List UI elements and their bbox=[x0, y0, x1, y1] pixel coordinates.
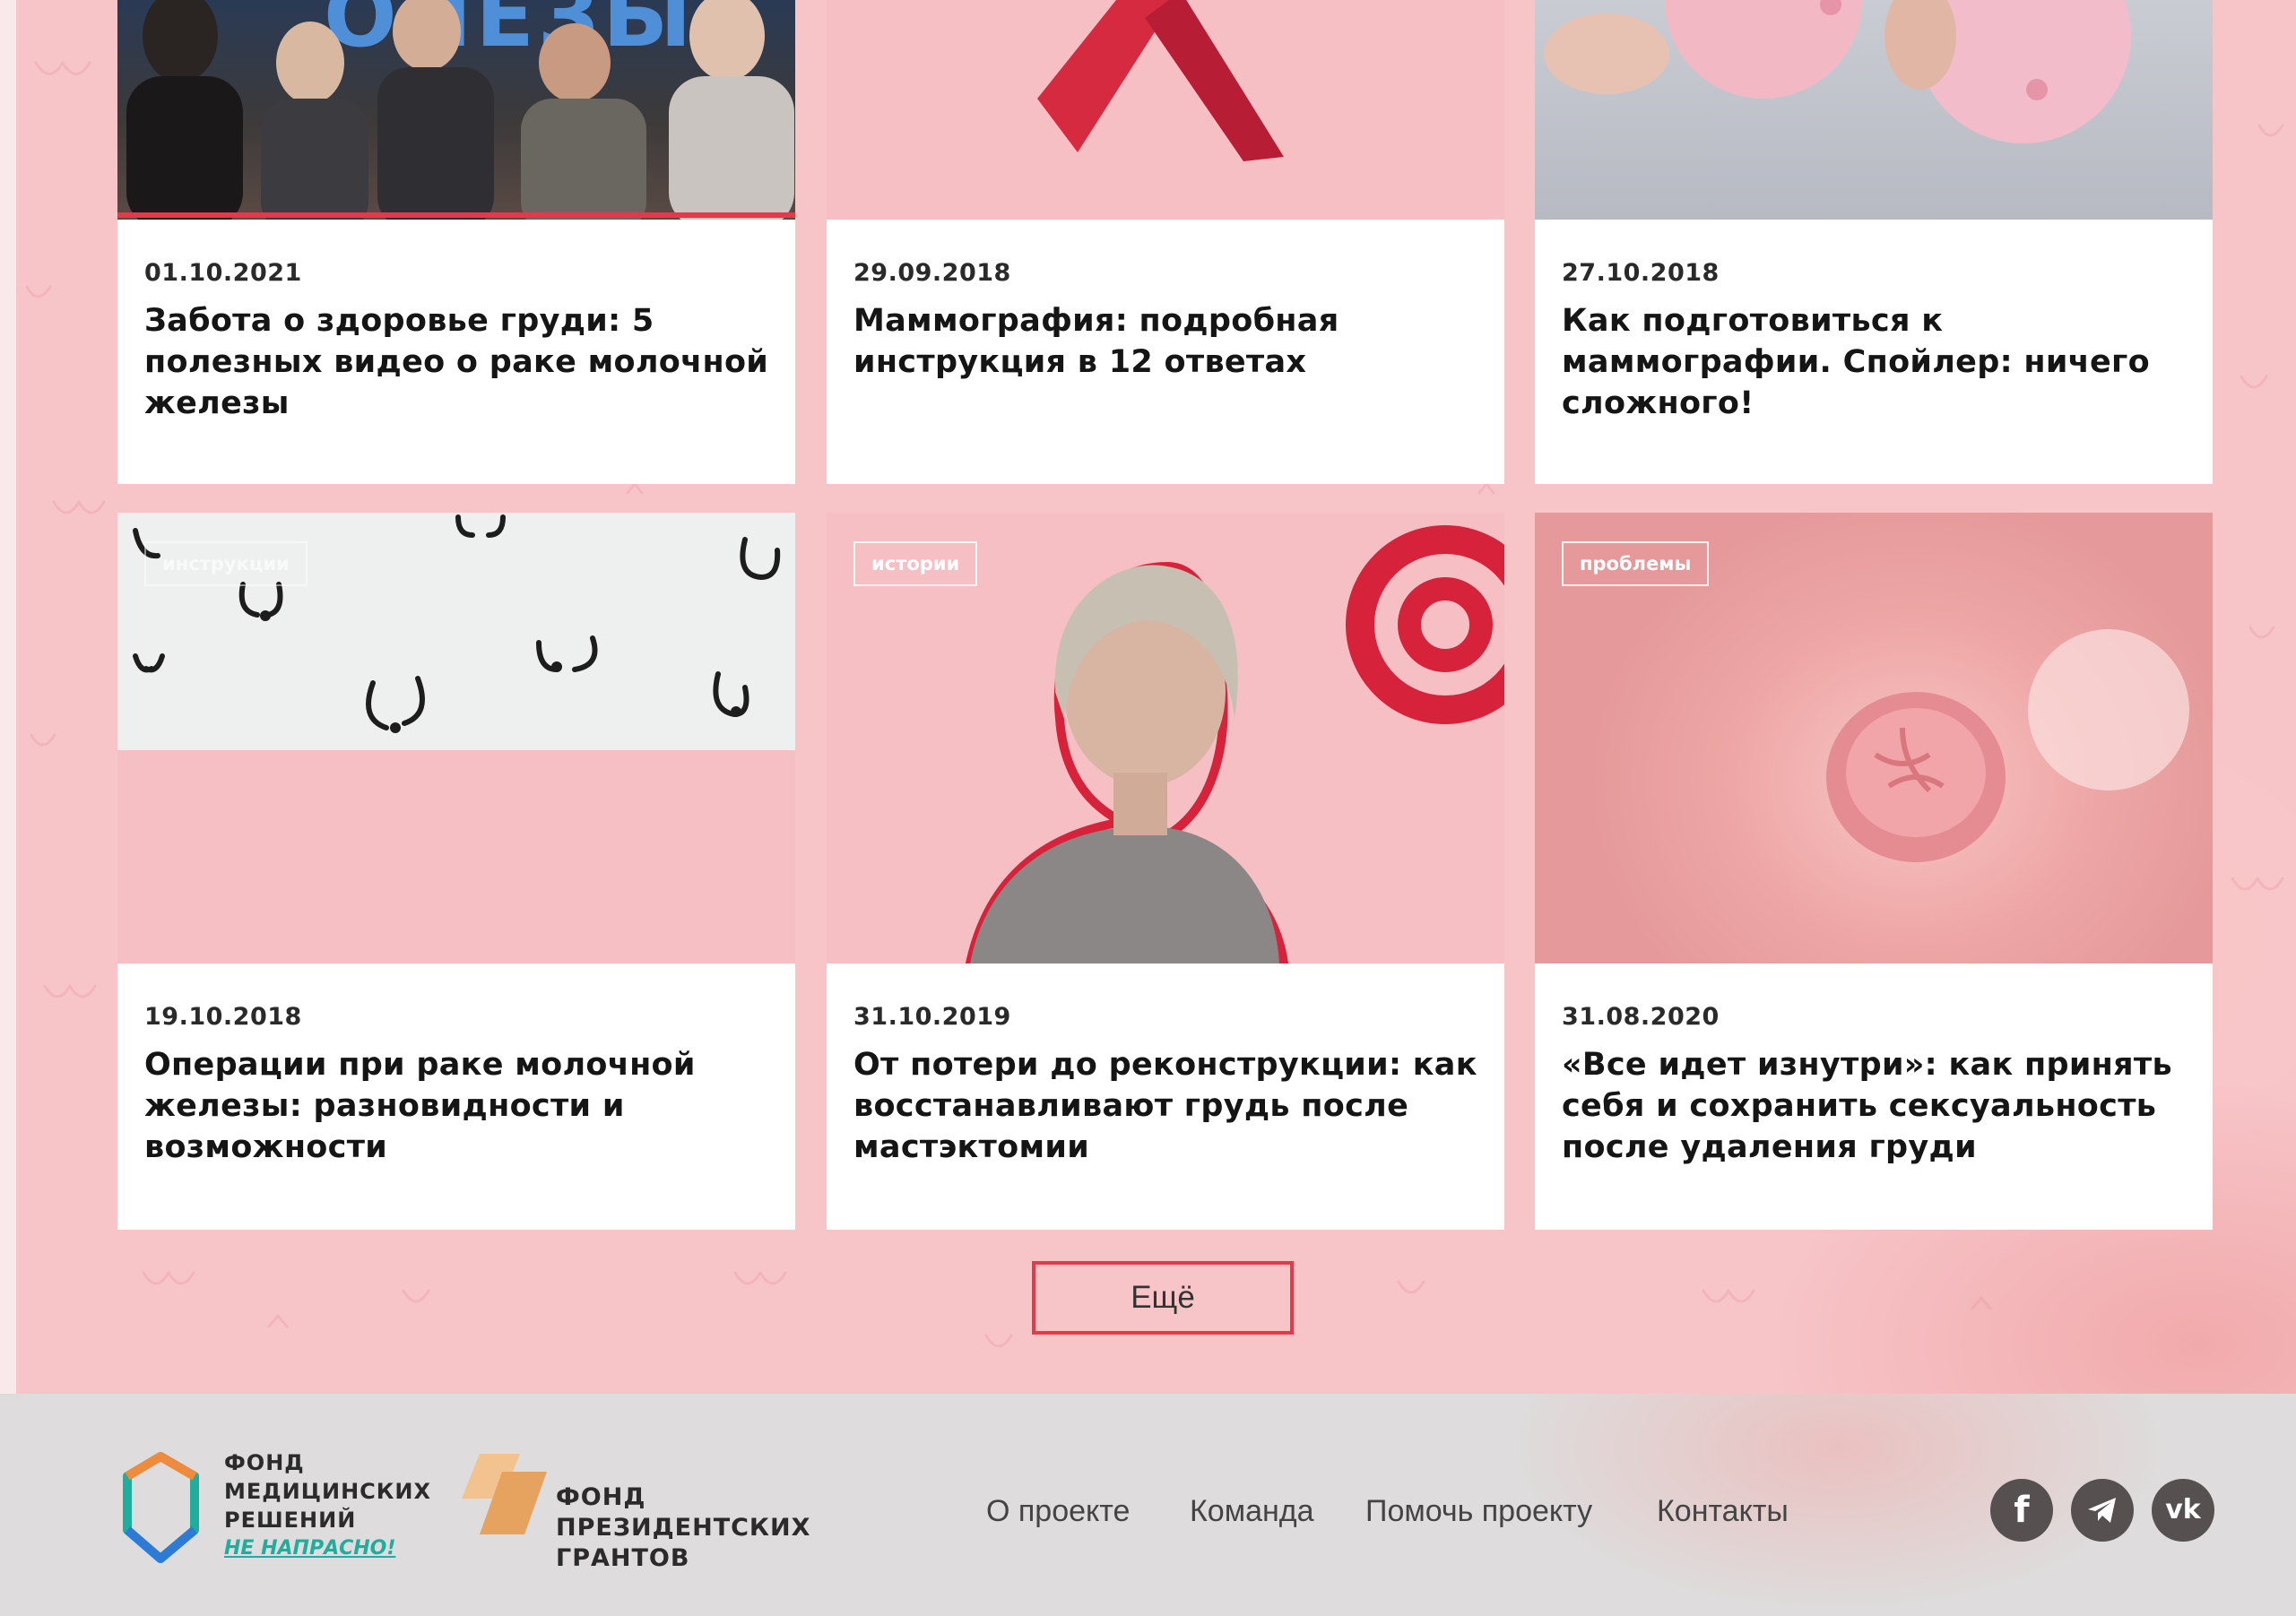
category-tag[interactable]: истории bbox=[853, 541, 978, 586]
article-image[interactable] bbox=[1535, 0, 2213, 220]
article-title[interactable]: Забота о здоровье груди: 5 полезных виде… bbox=[144, 300, 770, 424]
article-image[interactable]: проблемы bbox=[1535, 513, 2213, 964]
article-date: 19.10.2018 bbox=[144, 1003, 302, 1031]
logo1-tagline: НЕ НАПРАСНО! bbox=[224, 1537, 396, 1560]
telegram-icon[interactable] bbox=[2071, 1479, 2134, 1542]
telegram-glyph bbox=[2088, 1498, 2116, 1523]
grants-logo-icon bbox=[462, 1454, 547, 1534]
facebook-glyph: f bbox=[2014, 1490, 2030, 1531]
article-date: 01.10.2021 bbox=[144, 259, 302, 287]
article-title[interactable]: Операции при раке молочной железы: разно… bbox=[144, 1044, 770, 1168]
category-tag[interactable]: инструкции bbox=[144, 541, 308, 586]
logo1-line3: РЕШЕНИЙ bbox=[224, 1508, 357, 1533]
people-photo bbox=[117, 0, 795, 220]
footer: ФОНД МЕДИЦИНСКИХ РЕШЕНИЙ НЕ НАПРАСНО! ФО… bbox=[0, 1394, 2296, 1616]
footer-nav-contacts[interactable]: Контакты bbox=[1657, 1494, 1789, 1529]
logo2-line3: ГРАНТОВ bbox=[556, 1544, 690, 1572]
article-date: 31.10.2019 bbox=[853, 1003, 1011, 1031]
article-card-body: 29.09.2018 Маммография: подробная инстру… bbox=[827, 220, 1504, 484]
balloons-photo bbox=[1544, 0, 2131, 143]
footer-nav-help[interactable]: Помочь проекту bbox=[1365, 1494, 1592, 1529]
article-title[interactable]: Маммография: подробная инструкция в 12 о… bbox=[853, 300, 1479, 383]
facebook-icon[interactable]: f bbox=[1990, 1479, 2053, 1542]
logo2-line2: ПРЕЗИДЕНТСКИХ bbox=[556, 1514, 811, 1542]
article-image[interactable] bbox=[827, 0, 1504, 220]
article-title[interactable]: От потери до реконструкции: как восстана… bbox=[853, 1044, 1479, 1168]
article-card[interactable]: 27.10.2018 Как подготовиться к маммограф… bbox=[1535, 0, 2213, 484]
article-card-body: 31.08.2020 «Все идет изнутри»: как приня… bbox=[1535, 964, 2213, 1230]
shield-logo-icon bbox=[123, 1452, 199, 1563]
article-image[interactable]: истории bbox=[827, 513, 1504, 964]
article-title[interactable]: Как подготовиться к маммографии. Спойлер… bbox=[1562, 300, 2188, 424]
sketch-photo: инструкции bbox=[117, 513, 795, 750]
ribbon-icon bbox=[1037, 0, 1284, 161]
category-tag[interactable]: проблемы bbox=[1562, 541, 1710, 586]
article-date: 31.08.2020 bbox=[1562, 1003, 1720, 1031]
logo1-line1: ФОНД bbox=[224, 1450, 305, 1475]
footer-nav-about[interactable]: О проекте bbox=[986, 1494, 1130, 1529]
article-card[interactable]: истории 31.10.2019 От потери до реконстр… bbox=[827, 513, 1504, 1230]
article-card-body: 27.10.2018 Как подготовиться к маммограф… bbox=[1535, 220, 2213, 484]
article-card[interactable]: 29.09.2018 Маммография: подробная инстру… bbox=[827, 0, 1504, 484]
article-card-body: 19.10.2018 Операции при раке молочной же… bbox=[117, 964, 795, 1230]
left-edge bbox=[0, 0, 16, 1394]
vk-glyph: vk bbox=[2165, 1494, 2201, 1525]
article-card-body: 31.10.2019 От потери до реконструкции: к… bbox=[827, 964, 1504, 1230]
vk-icon[interactable]: vk bbox=[2152, 1479, 2214, 1542]
logo1-line2: МЕДИЦИНСКИХ bbox=[224, 1479, 431, 1504]
article-card[interactable]: ОЛЕЗЫ 01.10.2021 Забота о здоровье груди… bbox=[117, 0, 795, 484]
article-card[interactable]: проблемы 31.08.2020 «Все идет изнутри»: … bbox=[1535, 513, 2213, 1230]
article-date: 27.10.2018 bbox=[1562, 259, 1720, 287]
article-image-video-panel[interactable]: ОЛЕЗЫ bbox=[117, 0, 795, 220]
article-card-body: 01.10.2021 Забота о здоровье груди: 5 по… bbox=[117, 220, 795, 484]
logo-presidential-grants-fund[interactable]: ФОНД ПРЕЗИДЕНТСКИХ ГРАНТОВ bbox=[453, 1449, 811, 1575]
article-image[interactable]: инструкции bbox=[117, 513, 795, 964]
article-card[interactable]: инструкции 19.10.2018 Операции при раке … bbox=[117, 513, 795, 1230]
content-area: ОЛЕЗЫ 01.10.2021 Забота о здоровье груди… bbox=[0, 0, 2296, 1394]
footer-nav-team[interactable]: Команда bbox=[1190, 1494, 1314, 1529]
logo-medical-solutions-fund[interactable]: ФОНД МЕДИЦИНСКИХ РЕШЕНИЙ НЕ НАПРАСНО! bbox=[118, 1449, 430, 1575]
load-more-button[interactable]: Ещё bbox=[1032, 1261, 1294, 1335]
logo2-line1: ФОНД bbox=[556, 1483, 646, 1511]
article-date: 29.09.2018 bbox=[853, 259, 1011, 287]
article-title[interactable]: «Все идет изнутри»: как принять себя и с… bbox=[1562, 1044, 2188, 1168]
